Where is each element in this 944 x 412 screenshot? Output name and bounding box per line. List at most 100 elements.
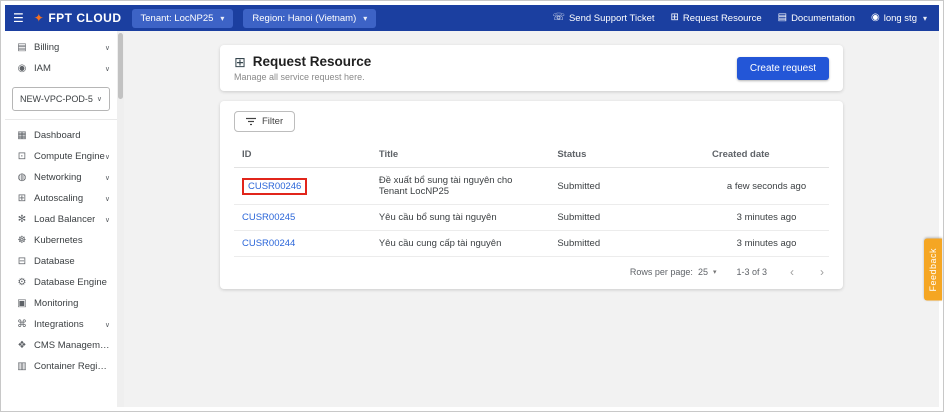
sidebar-item-cms-management[interactable]: ❖ CMS Management <box>5 335 117 356</box>
database-engine-icon: ⚙ <box>15 277 29 288</box>
billing-icon: ▤ <box>15 42 29 53</box>
vpc-selector-value: NEW-VPC-POD-5 <box>20 94 93 104</box>
documentation-label: Documentation <box>791 13 855 24</box>
table-row[interactable]: CUSR00246 Đề xuất bổ sung tài nguyên cho… <box>234 168 829 205</box>
column-header-title: Title <box>371 142 550 168</box>
user-name: long stg <box>884 13 917 24</box>
pagination: Rows per page: 25 ▾ 1-3 of 3 ‹ › <box>234 257 829 285</box>
sidebar-item-compute-engine[interactable]: ⊡ Compute Engine ∨ <box>5 146 117 167</box>
app-window: ☰ ✦ FPT CLOUD Tenant: LocNP25 ▾ Region: … <box>0 0 944 412</box>
sidebar-item-load-balancer[interactable]: ✻ Load Balancer ∨ <box>5 209 117 230</box>
load-balancer-icon: ✻ <box>15 214 29 225</box>
next-page-icon[interactable]: › <box>817 266 827 278</box>
sidebar-item-label: Dashboard <box>34 130 80 141</box>
documentation-icon: ▤ <box>778 13 787 23</box>
request-id-link[interactable]: CUSR00244 <box>242 238 295 249</box>
sidebar-scrollbar[interactable] <box>117 31 124 407</box>
support-ticket-icon: ☏ <box>552 13 565 23</box>
previous-page-icon[interactable]: ‹ <box>787 266 797 278</box>
brand-text: FPT CLOUD <box>48 11 121 25</box>
request-id-link[interactable]: CUSR00245 <box>242 212 295 223</box>
request-resource-link[interactable]: ⊞ Request Resource <box>671 13 762 24</box>
sidebar-item-autoscaling[interactable]: ⊞ Autoscaling ∨ <box>5 188 117 209</box>
chevron-down-icon: ∨ <box>105 153 110 161</box>
sidebar-item-container-registry[interactable]: ▥ Container Registry <box>5 356 117 377</box>
sidebar-item-database[interactable]: ⊟ Database <box>5 251 117 272</box>
request-resource-icon: ⊞ <box>671 13 679 23</box>
table-row[interactable]: CUSR00244 Yêu cầu cung cấp tài nguyên Su… <box>234 231 829 257</box>
request-table-card: Filter ID Title Status Created date <box>220 101 843 289</box>
user-menu[interactable]: ◉ long stg ▾ <box>871 13 927 24</box>
brand-logo[interactable]: ✦ FPT CLOUD <box>34 11 122 25</box>
database-icon: ⊟ <box>15 256 29 267</box>
request-id-link[interactable]: CUSR00246 <box>248 181 301 192</box>
chevron-down-icon: ▾ <box>220 14 224 23</box>
request-title: Yêu cầu bổ sung tài nguyên <box>371 205 550 231</box>
navbar-left: ☰ ✦ FPT CLOUD Tenant: LocNP25 ▾ Region: … <box>13 9 376 28</box>
sidebar-item-dashboard[interactable]: ▦ Dashboard <box>5 125 117 146</box>
request-resource-label: Request Resource <box>683 13 762 24</box>
tenant-selector[interactable]: Tenant: LocNP25 ▾ <box>132 9 234 28</box>
chevron-down-icon: ▾ <box>363 14 367 23</box>
monitoring-icon: ▣ <box>15 298 29 309</box>
sidebar-item-networking[interactable]: ◍ Networking ∨ <box>5 167 117 188</box>
sidebar-item-database-engine[interactable]: ⚙ Database Engine <box>5 272 117 293</box>
iam-icon: ◉ <box>15 63 29 74</box>
rows-per-page-selector[interactable]: Rows per page: 25 ▾ <box>630 267 717 277</box>
cms-management-icon: ❖ <box>15 340 29 351</box>
sidebar-item-kubernetes[interactable]: ☸ Kubernetes <box>5 230 117 251</box>
sidebar-item-label: Autoscaling <box>34 193 83 204</box>
table-row[interactable]: CUSR00245 Yêu cầu bổ sung tài nguyên Sub… <box>234 205 829 231</box>
send-support-ticket-link[interactable]: ☏ Send Support Ticket <box>552 13 654 24</box>
request-created-date: 3 minutes ago <box>704 205 829 231</box>
sidebar-item-label: Load Balancer <box>34 214 95 225</box>
sidebar-item-billing[interactable]: ▤ Billing ∨ <box>5 37 117 58</box>
request-status: Submitted <box>549 168 704 205</box>
top-navbar: ☰ ✦ FPT CLOUD Tenant: LocNP25 ▾ Region: … <box>5 5 939 31</box>
region-selector[interactable]: Region: Hanoi (Vietnam) ▾ <box>243 9 376 28</box>
request-status: Submitted <box>549 205 704 231</box>
sidebar-item-integrations[interactable]: ⌘ Integrations ∨ <box>5 314 117 335</box>
chevron-down-icon: ∨ <box>105 321 110 329</box>
chevron-down-icon: ∨ <box>105 216 110 224</box>
rows-per-page-label: Rows per page: <box>630 267 693 277</box>
vpc-selector[interactable]: NEW-VPC-POD-5 ∨ <box>12 87 110 111</box>
main-content: ⊞ Request Resource Manage all service re… <box>124 31 939 407</box>
sidebar-item-label: Networking <box>34 172 82 183</box>
sidebar-item-label: Billing <box>34 42 59 53</box>
table-header-row: ID Title Status Created date <box>234 142 829 168</box>
chevron-down-icon: ∨ <box>105 65 110 73</box>
filter-icon <box>246 117 256 126</box>
sidebar-item-iam[interactable]: ◉ IAM ∨ <box>5 58 117 79</box>
filter-button-label: Filter <box>262 116 283 127</box>
sidebar-divider <box>5 119 117 120</box>
page-header-card: ⊞ Request Resource Manage all service re… <box>220 45 843 91</box>
menu-icon[interactable]: ☰ <box>13 12 24 24</box>
column-header-created-date: Created date <box>704 142 829 168</box>
sidebar-item-label: Database Engine <box>34 277 107 288</box>
navbar-right: ☏ Send Support Ticket ⊞ Request Resource… <box>552 13 927 24</box>
chevron-down-icon: ∨ <box>105 174 110 182</box>
container-registry-icon: ▥ <box>15 361 29 372</box>
page-subtitle: Manage all service request here. <box>234 72 371 82</box>
kubernetes-icon: ☸ <box>15 235 29 246</box>
request-resource-icon: ⊞ <box>234 55 246 69</box>
rows-per-page-value: 25 <box>698 267 708 277</box>
fpt-logo-icon: ✦ <box>34 11 45 25</box>
networking-icon: ◍ <box>15 172 29 183</box>
sidebar-item-monitoring[interactable]: ▣ Monitoring <box>5 293 117 314</box>
scrollbar-thumb[interactable] <box>118 33 123 99</box>
filter-button[interactable]: Filter <box>234 111 295 132</box>
request-created-date: 3 minutes ago <box>704 231 829 257</box>
create-request-button[interactable]: Create request <box>737 57 829 80</box>
sidebar-item-label: Kubernetes <box>34 235 83 246</box>
sidebar-item-label: Database <box>34 256 75 267</box>
integrations-icon: ⌘ <box>15 319 29 330</box>
sidebar-item-label: Monitoring <box>34 298 78 309</box>
documentation-link[interactable]: ▤ Documentation <box>778 13 855 24</box>
chevron-down-icon: ▾ <box>923 14 927 23</box>
page-title: Request Resource <box>253 54 372 69</box>
request-created-date: a few seconds ago <box>704 168 829 205</box>
feedback-tab[interactable]: Feedback <box>924 239 942 301</box>
request-status: Submitted <box>549 231 704 257</box>
